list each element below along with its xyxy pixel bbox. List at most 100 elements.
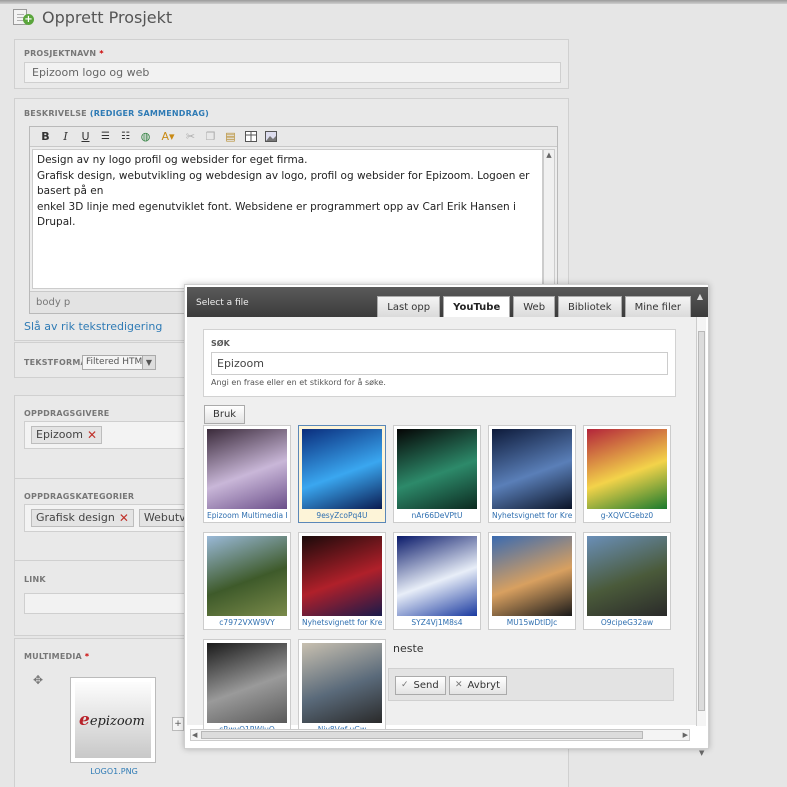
video-preview-image xyxy=(587,429,667,509)
video-caption[interactable]: 9esyZcoPq4U xyxy=(302,511,382,520)
video-thumbnail[interactable]: cRwyO1RWluQ xyxy=(203,639,291,737)
editor-line: enkel 3D linje med egenutviklet font. We… xyxy=(37,200,516,229)
multimedia-label: MULTIMEDIA xyxy=(24,652,82,661)
send-label: Send xyxy=(413,680,439,691)
close-icon: ✕ xyxy=(455,680,463,690)
bold-icon[interactable]: B xyxy=(37,129,54,144)
video-thumbnail[interactable]: c7972VXW9VY xyxy=(203,532,291,630)
video-preview-image xyxy=(492,429,572,509)
scrollbar-thumb[interactable] xyxy=(201,731,643,739)
field-prosjektnavn: PROSJEKTNAVN * Epizoom logo og web xyxy=(14,39,569,89)
send-button[interactable]: ✓ Send xyxy=(395,676,446,695)
video-preview-image xyxy=(207,643,287,723)
dialog-body: SØK Epizoom Angi en frase eller en et st… xyxy=(187,317,697,737)
search-panel: SØK Epizoom Angi en frase eller en et st… xyxy=(203,329,676,397)
editor-toolbar: B I U ☰ ☷ ◍ A▾ ✂ ❐ ▤ xyxy=(30,127,557,147)
italic-icon[interactable]: I xyxy=(57,129,74,144)
text-format-select[interactable]: Filtered HTML ▼ xyxy=(82,355,156,370)
scroll-up-arrow-icon[interactable]: ▲ xyxy=(697,292,703,301)
cancel-button[interactable]: ✕ Avbryt xyxy=(449,676,508,695)
edit-summary-link[interactable]: (REDIGER SAMMENDRAG) xyxy=(90,109,209,118)
oppdragskategorier-label: OPPDRAGSKATEGORIER xyxy=(24,492,135,501)
next-page-link[interactable]: neste xyxy=(393,642,424,655)
video-caption[interactable]: SYZ4Vj1M8s4 xyxy=(397,618,477,627)
video-caption[interactable]: c7972VXW9VY xyxy=(207,618,287,627)
check-icon: ✓ xyxy=(401,680,409,690)
video-caption[interactable]: Nyhetsvignett for Kreab xyxy=(492,511,572,520)
use-button[interactable]: Bruk xyxy=(204,405,246,424)
editor-line: Grafisk design, webutvikling og webdesig… xyxy=(37,169,530,198)
video-thumbnail[interactable]: Nyhetsvignett for Kreab xyxy=(488,425,576,523)
scroll-down-arrow-icon[interactable]: ▼ xyxy=(699,749,704,757)
text-style-icon[interactable]: A▾ xyxy=(157,129,179,144)
video-caption[interactable]: g-XQVCGebz0 xyxy=(587,511,667,520)
paste-icon[interactable]: ▤ xyxy=(222,129,239,144)
link-label: LINK xyxy=(24,575,46,584)
video-thumbnail[interactable]: O9cipeG32aw xyxy=(583,532,671,630)
video-thumbnail[interactable]: MU15wDtlDJc xyxy=(488,532,576,630)
editor-content[interactable]: Design av ny logo profil og websider for… xyxy=(32,149,543,289)
video-caption[interactable]: O9cipeG32aw xyxy=(587,618,667,627)
video-thumbnail[interactable]: Njy8Vgf-uGw xyxy=(298,639,386,737)
remove-tag-icon[interactable]: ✕ xyxy=(119,510,129,526)
copy-icon[interactable]: ❐ xyxy=(202,129,219,144)
bullet-list-icon[interactable]: ☰ xyxy=(97,129,114,144)
video-preview-image xyxy=(302,643,382,723)
tab-last-opp[interactable]: Last opp xyxy=(377,296,441,318)
add-media-icon[interactable]: + xyxy=(172,717,184,731)
video-preview-image xyxy=(397,536,477,616)
video-preview-image xyxy=(207,536,287,616)
video-thumbnail[interactable]: nAr66DeVPtU xyxy=(393,425,481,523)
search-label: SØK xyxy=(211,339,230,348)
tab-youtube[interactable]: YouTube xyxy=(443,296,511,318)
underline-icon[interactable]: U xyxy=(77,129,94,144)
cut-icon[interactable]: ✂ xyxy=(182,129,199,144)
prosjektnavn-label: PROSJEKTNAVN xyxy=(24,49,97,58)
video-caption[interactable]: nAr66DeVPtU xyxy=(397,511,477,520)
video-thumbnail[interactable]: g-XQVCGebz0 xyxy=(583,425,671,523)
disable-rich-text-link[interactable]: Slå av rik tekstredigering xyxy=(24,320,162,333)
search-input[interactable]: Epizoom xyxy=(211,352,668,375)
dialog-horizontal-scrollbar[interactable]: ◀ ▶ xyxy=(190,729,690,741)
video-preview-image xyxy=(302,536,382,616)
image-icon[interactable] xyxy=(262,129,279,144)
required-marker: * xyxy=(84,652,90,661)
cancel-label: Avbryt xyxy=(467,680,501,691)
remove-tag-icon[interactable]: ✕ xyxy=(87,427,97,443)
tab-web[interactable]: Web xyxy=(513,296,556,318)
scroll-right-arrow-icon[interactable]: ▶ xyxy=(683,731,688,739)
prosjektnavn-input[interactable]: Epizoom logo og web xyxy=(24,62,561,83)
editor-line: Design av ny logo profil og websider for… xyxy=(37,154,308,166)
tab-mine-filer[interactable]: Mine filer xyxy=(624,296,691,318)
video-thumbnail[interactable]: Epizoom Multimedia Des xyxy=(203,425,291,523)
scroll-left-arrow-icon[interactable]: ◀ xyxy=(192,731,197,739)
numbered-list-icon[interactable]: ☷ xyxy=(117,129,134,144)
editor-scrollbar[interactable]: ▲ xyxy=(543,149,555,289)
media-filename[interactable]: LOGO1.PNG xyxy=(75,767,153,776)
video-caption[interactable]: Epizoom Multimedia Des xyxy=(207,511,287,520)
video-thumbnail[interactable]: SYZ4Vj1M8s4 xyxy=(393,532,481,630)
video-thumbnail[interactable]: Nyhetsvignett for Kreab xyxy=(298,532,386,630)
video-preview-image xyxy=(207,429,287,509)
drag-handle-icon[interactable]: ✥ xyxy=(33,673,43,687)
media-thumbnail[interactable]: eepizoom xyxy=(70,677,156,763)
epizoom-logo: eepizoom xyxy=(75,682,151,758)
text-format-value: Filtered HTML xyxy=(86,357,148,367)
dialog-header: Select a file ▲ Last opp YouTube Web Bib… xyxy=(187,287,708,318)
video-thumbnail[interactable]: 9esyZcoPq4U xyxy=(298,425,386,523)
scrollbar-thumb[interactable] xyxy=(698,331,705,711)
dialog-title: Select a file xyxy=(196,298,249,308)
tab-bibliotek[interactable]: Bibliotek xyxy=(558,296,622,318)
video-preview-image xyxy=(302,429,382,509)
scroll-up-arrow-icon[interactable]: ▲ xyxy=(544,150,554,160)
video-caption[interactable]: MU15wDtlDJc xyxy=(492,618,572,627)
video-preview-image xyxy=(397,429,477,509)
video-preview-image xyxy=(492,536,572,616)
video-caption[interactable]: Nyhetsvignett for Kreab xyxy=(302,618,382,627)
oppdragsgivere-label: OPPDRAGSGIVERE xyxy=(24,409,110,418)
table-icon[interactable] xyxy=(242,129,259,144)
search-hint: Angi en frase eller en et stikkord for å… xyxy=(211,378,386,387)
add-document-icon: + xyxy=(12,8,34,26)
dialog-vertical-scrollbar[interactable]: ▼ xyxy=(696,317,706,757)
link-globe-icon[interactable]: ◍ xyxy=(137,129,154,144)
